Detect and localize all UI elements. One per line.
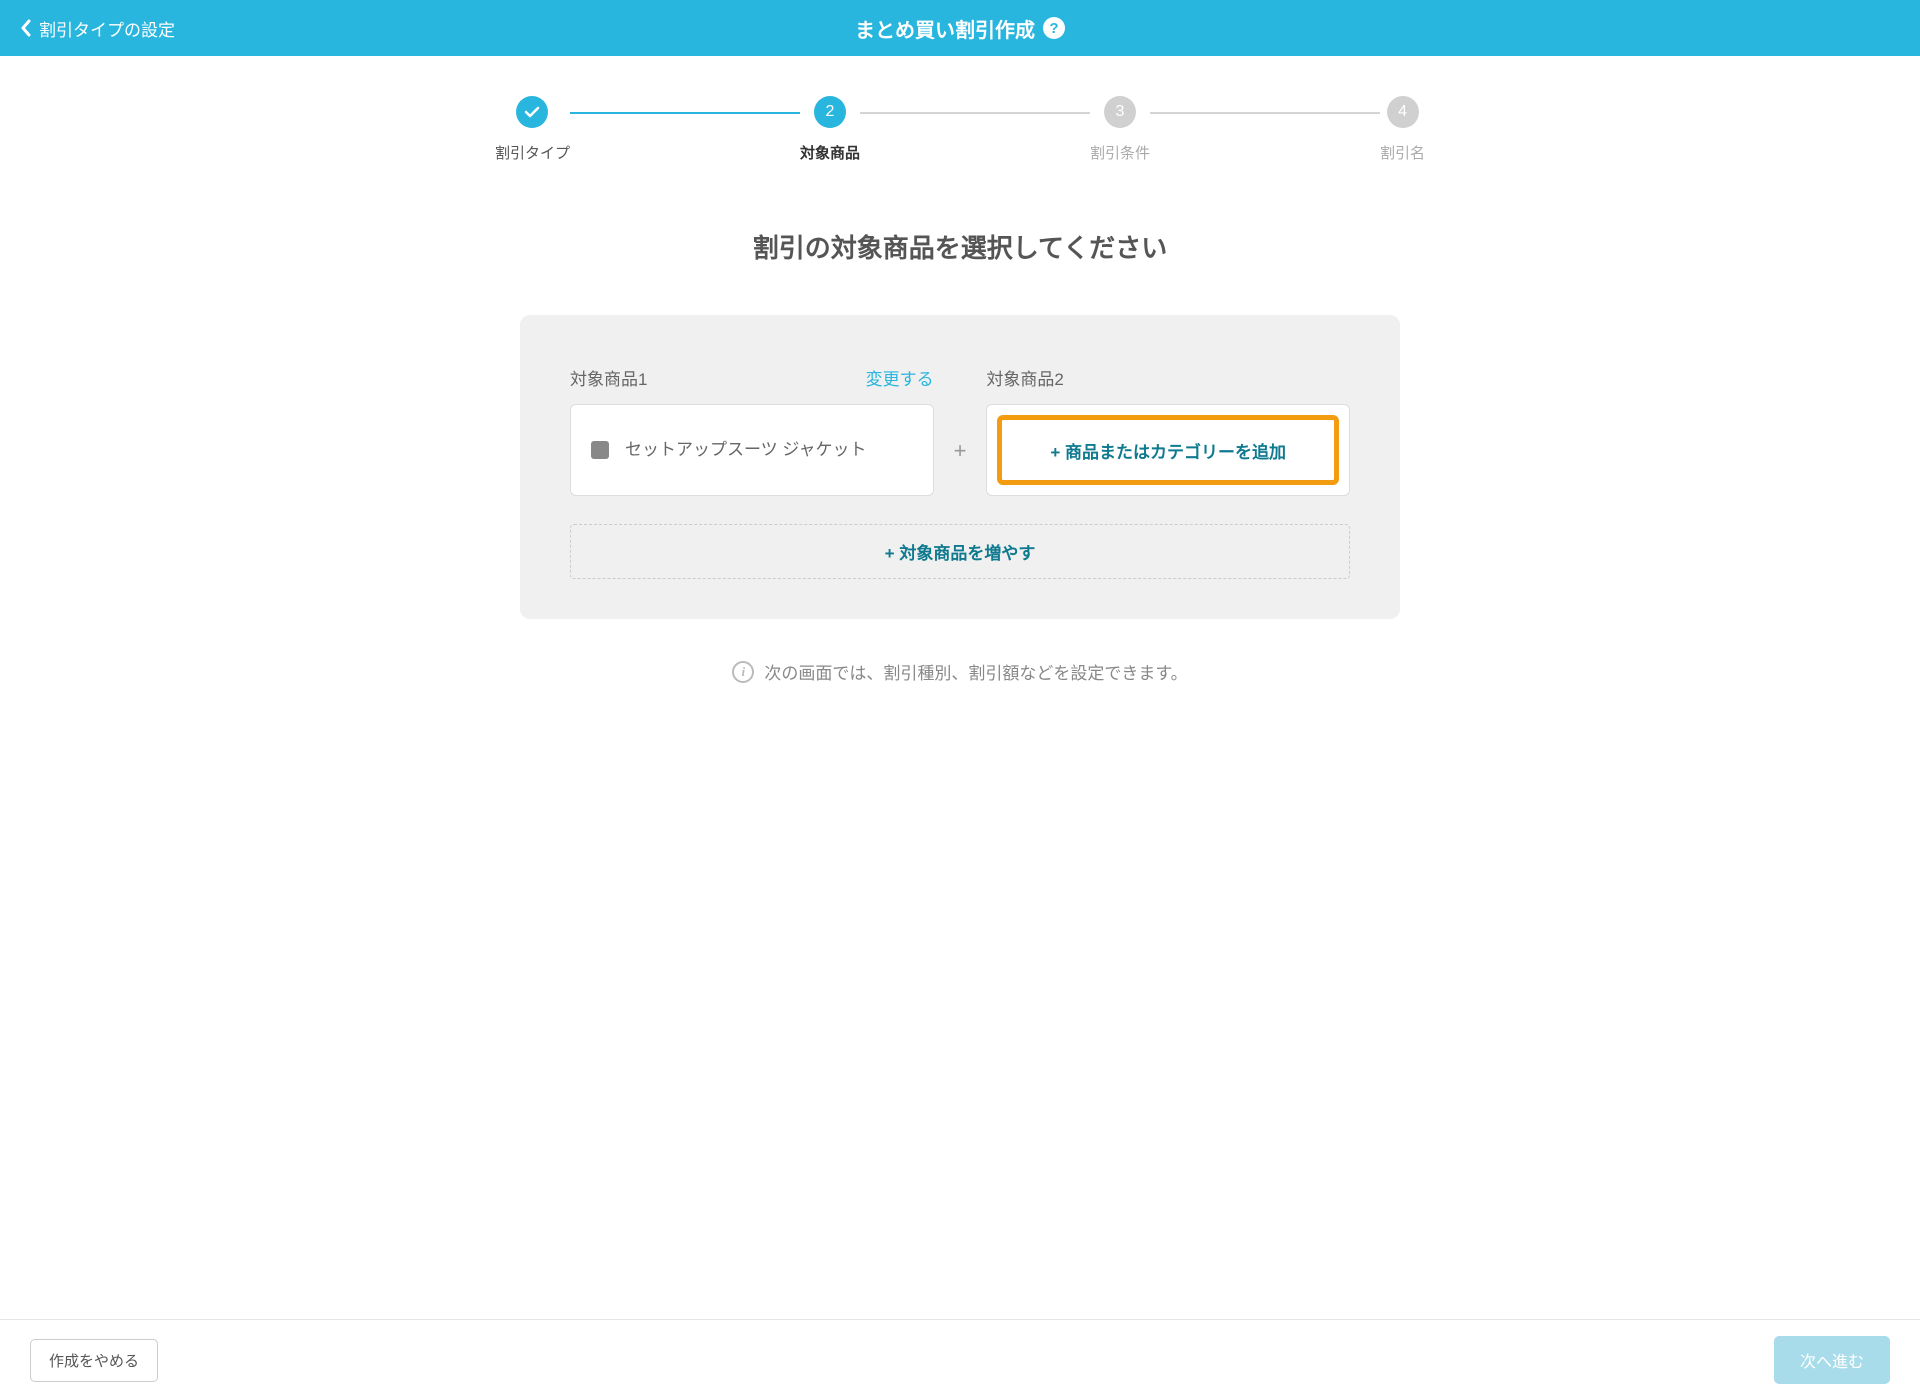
step-discount-condition: 3 割引条件: [1090, 96, 1150, 163]
step-circle-done: [516, 96, 548, 128]
step-label: 対象商品: [800, 142, 860, 163]
step-target-product: 2 対象商品: [800, 96, 860, 163]
back-label: 割引タイプの設定: [39, 16, 175, 41]
product-name: セットアップスーツ ジャケット: [625, 437, 867, 463]
step-connector: [860, 112, 1090, 114]
product-header: 対象商品1 変更する: [570, 365, 934, 390]
step-discount-name: 4 割引名: [1380, 96, 1425, 163]
add-product-box: + 商品またはカテゴリーを追加: [986, 404, 1350, 496]
cancel-button[interactable]: 作成をやめる: [30, 1339, 158, 1382]
help-icon[interactable]: ?: [1043, 17, 1065, 39]
add-more-products-button[interactable]: + 対象商品を増やす: [570, 524, 1350, 579]
change-product-link[interactable]: 変更する: [866, 365, 934, 390]
product-block-2: 対象商品2 + 商品またはカテゴリーを追加: [986, 365, 1350, 496]
plus-separator: +: [934, 365, 987, 496]
step-circle-pending: 3: [1104, 96, 1136, 128]
info-row: i 次の画面では、割引種別、割引額などを設定できます。: [0, 659, 1920, 684]
step-connector: [1150, 112, 1380, 114]
stepper: 割引タイプ 2 対象商品 3 割引条件 4 割引名: [0, 56, 1920, 193]
step-discount-type: 割引タイプ: [495, 96, 570, 163]
product-block-1: 対象商品1 変更する セットアップスーツ ジャケット: [570, 365, 934, 496]
product-selection-card: 対象商品1 変更する セットアップスーツ ジャケット + 対象商品2 + 商品ま…: [520, 315, 1400, 619]
info-icon: i: [732, 661, 754, 683]
step-circle-pending: 4: [1387, 96, 1419, 128]
page-header-title: まとめ買い割引作成 ?: [855, 14, 1065, 43]
product-box-1: セットアップスーツ ジャケット: [570, 404, 934, 496]
product-header: 対象商品2: [986, 365, 1350, 390]
next-button[interactable]: 次へ進む: [1774, 1336, 1890, 1384]
header-title-text: まとめ買い割引作成: [855, 14, 1035, 43]
product-row: 対象商品1 変更する セットアップスーツ ジャケット + 対象商品2 + 商品ま…: [570, 365, 1350, 496]
page-title: 割引の対象商品を選択してください: [0, 228, 1920, 265]
step-label: 割引条件: [1090, 142, 1150, 163]
step-circle-active: 2: [814, 96, 846, 128]
chevron-left-icon: [20, 19, 31, 37]
product-thumbnail: [591, 441, 609, 459]
footer-bar: 作成をやめる 次へ進む: [0, 1319, 1920, 1400]
info-text: 次の画面では、割引種別、割引額などを設定できます。: [764, 659, 1187, 684]
step-label: 割引名: [1380, 142, 1425, 163]
product-label-1: 対象商品1: [570, 365, 647, 390]
check-icon: [524, 106, 540, 118]
back-button[interactable]: 割引タイプの設定: [20, 16, 175, 41]
product-label-2: 対象商品2: [986, 365, 1063, 390]
step-connector: [570, 112, 800, 114]
header-bar: 割引タイプの設定 まとめ買い割引作成 ?: [0, 0, 1920, 56]
add-product-button[interactable]: + 商品またはカテゴリーを追加: [997, 415, 1339, 485]
step-label: 割引タイプ: [495, 142, 570, 163]
